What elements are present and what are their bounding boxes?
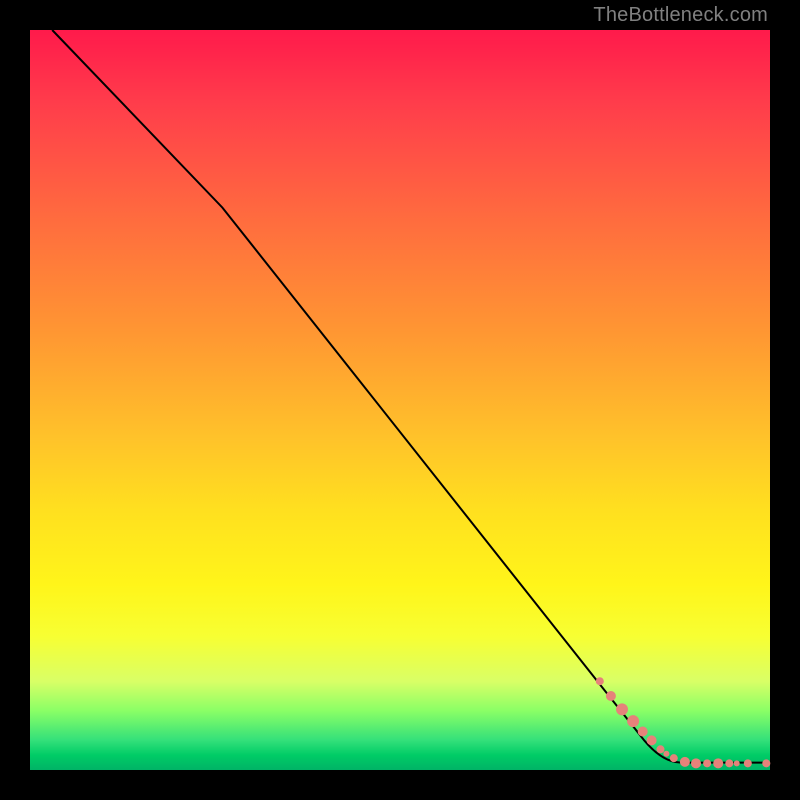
data-point	[680, 757, 690, 767]
data-point	[663, 751, 669, 757]
data-point	[691, 758, 701, 768]
data-points-group	[596, 677, 771, 768]
chart-overlay	[30, 30, 770, 770]
data-point	[616, 703, 628, 715]
data-point	[744, 759, 752, 767]
attribution-label: TheBottleneck.com	[593, 4, 768, 27]
data-point	[725, 759, 733, 767]
data-point	[703, 759, 711, 767]
data-point	[606, 691, 616, 701]
data-point	[596, 677, 604, 685]
data-point	[734, 760, 740, 766]
data-point	[656, 745, 664, 753]
data-point	[713, 758, 723, 768]
data-point	[670, 754, 678, 762]
data-point	[647, 735, 657, 745]
chart-frame: TheBottleneck.com	[0, 0, 800, 800]
data-point	[627, 715, 639, 727]
data-point	[762, 759, 770, 767]
data-point	[638, 727, 648, 737]
bottleneck-curve	[52, 30, 770, 763]
